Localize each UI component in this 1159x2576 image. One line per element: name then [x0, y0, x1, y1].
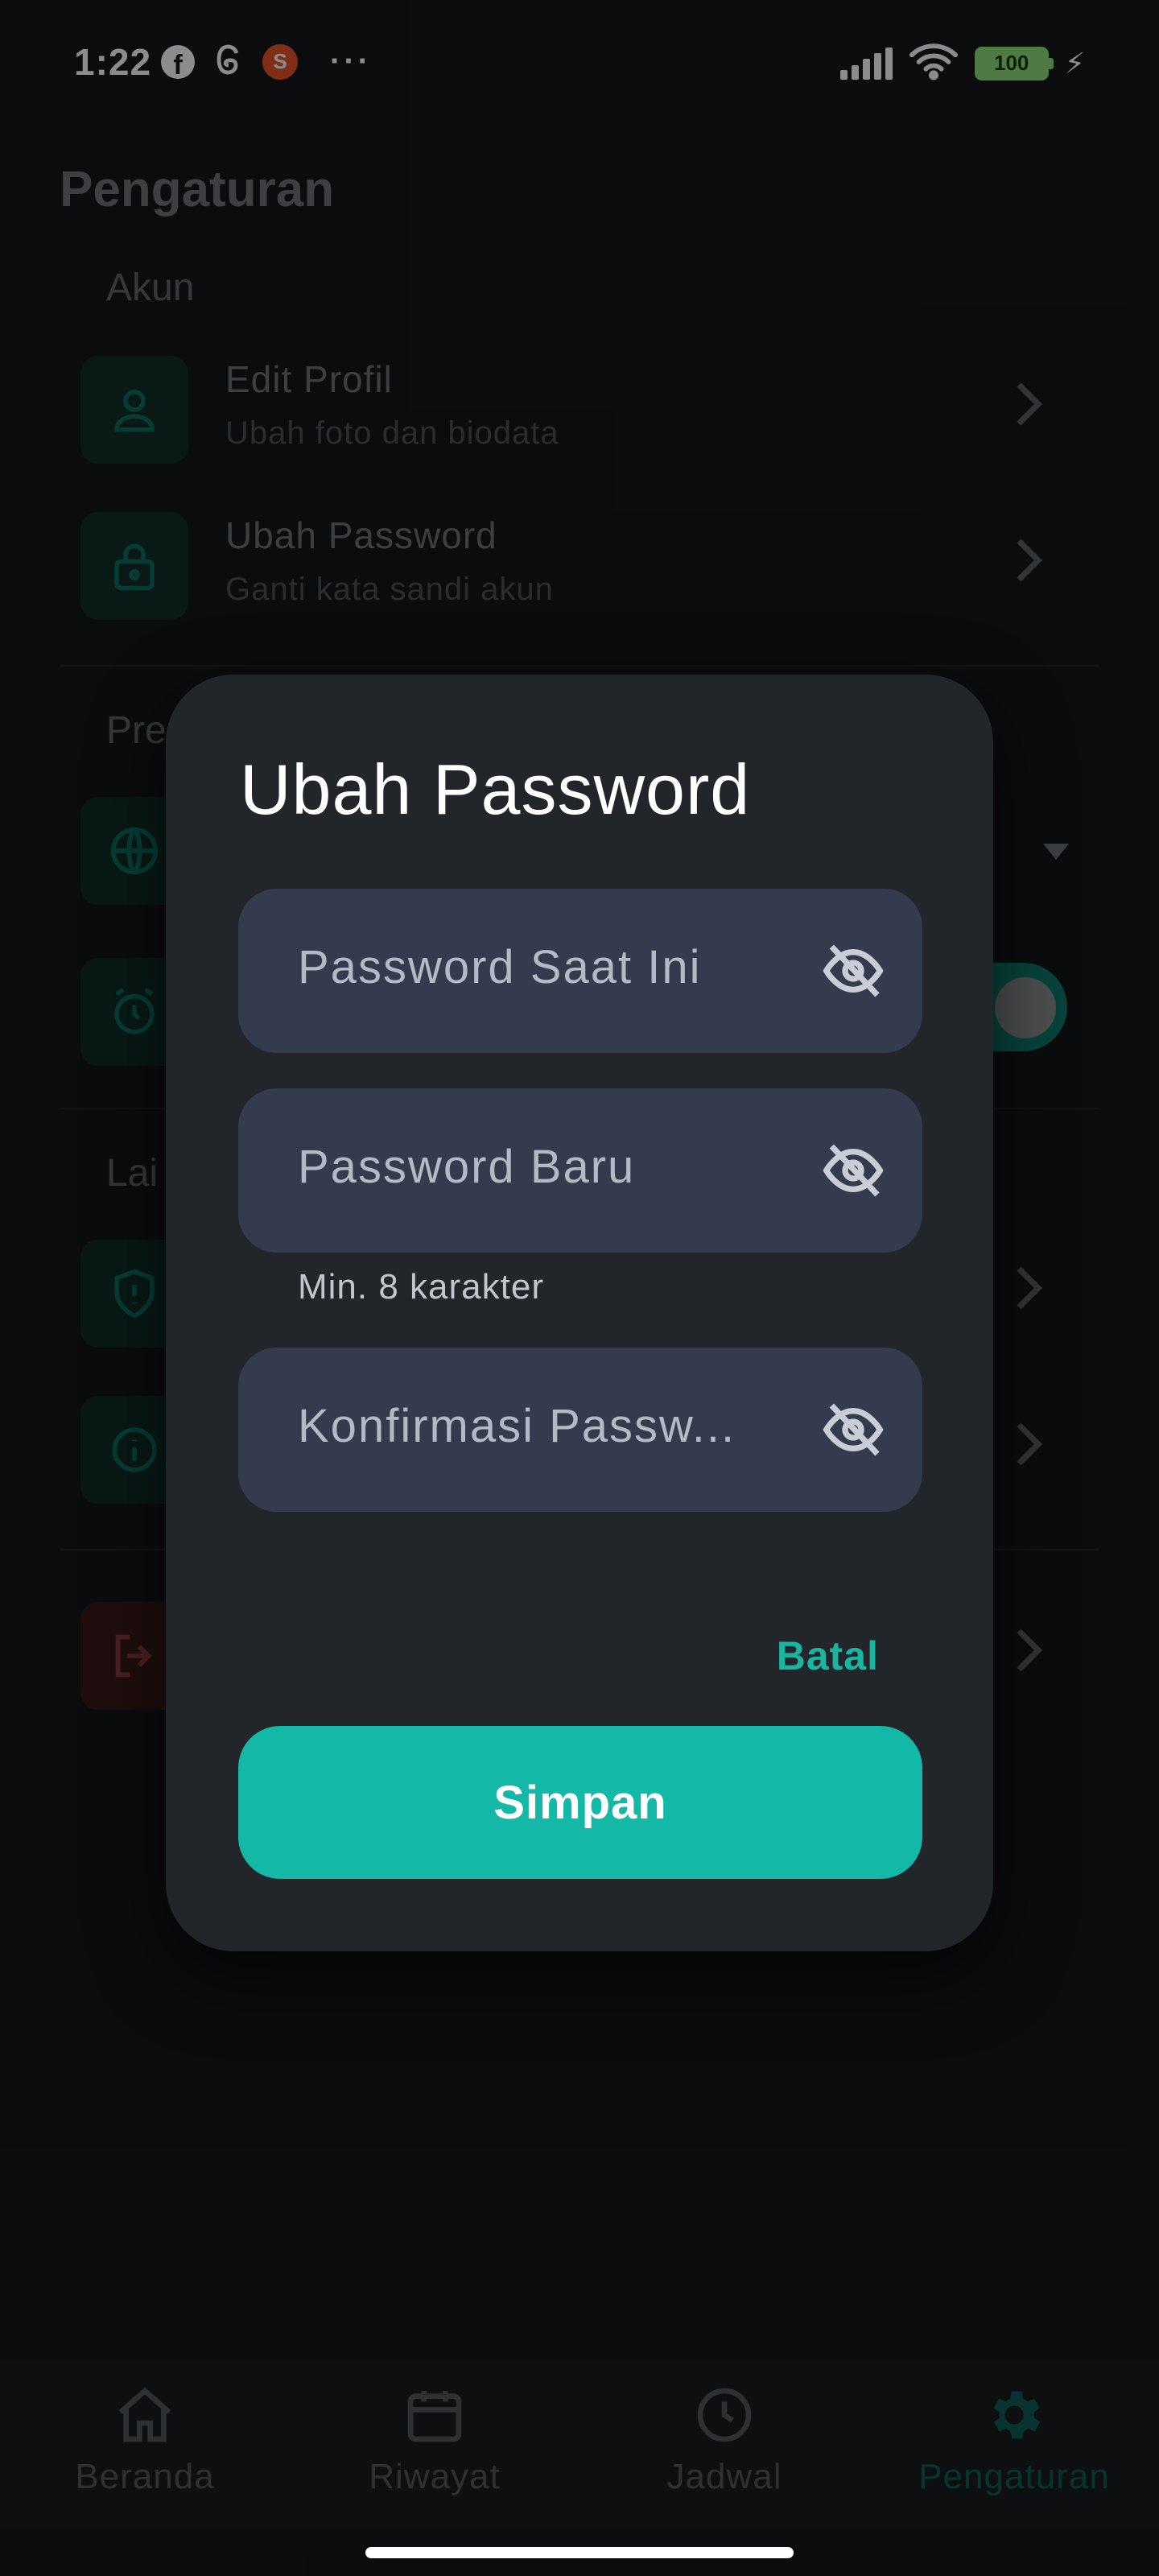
screen: Pengaturan Akun Edit Profil Ubah foto da… — [0, 0, 1159, 2576]
field-placeholder: Password Saat Ini — [298, 941, 702, 993]
cancel-button[interactable]: Batal — [777, 1633, 879, 1679]
eye-off-icon[interactable] — [819, 1138, 887, 1203]
new-password-field[interactable]: Password Baru — [238, 1088, 922, 1253]
home-indicator[interactable] — [365, 2547, 794, 2558]
eye-off-icon[interactable] — [819, 1397, 887, 1462]
dialog-title: Ubah Password — [240, 749, 751, 829]
eye-off-icon[interactable] — [819, 939, 887, 1003]
field-placeholder: Konfirmasi Passw... — [298, 1400, 736, 1452]
change-password-dialog: Ubah Password Password Saat Ini Password… — [166, 675, 993, 1951]
field-placeholder: Password Baru — [298, 1141, 636, 1193]
current-password-field[interactable]: Password Saat Ini — [238, 889, 922, 1053]
password-helper-text: Min. 8 karakter — [298, 1267, 544, 1307]
confirm-password-field[interactable]: Konfirmasi Passw... — [238, 1348, 922, 1512]
save-button[interactable]: Simpan — [238, 1726, 922, 1879]
